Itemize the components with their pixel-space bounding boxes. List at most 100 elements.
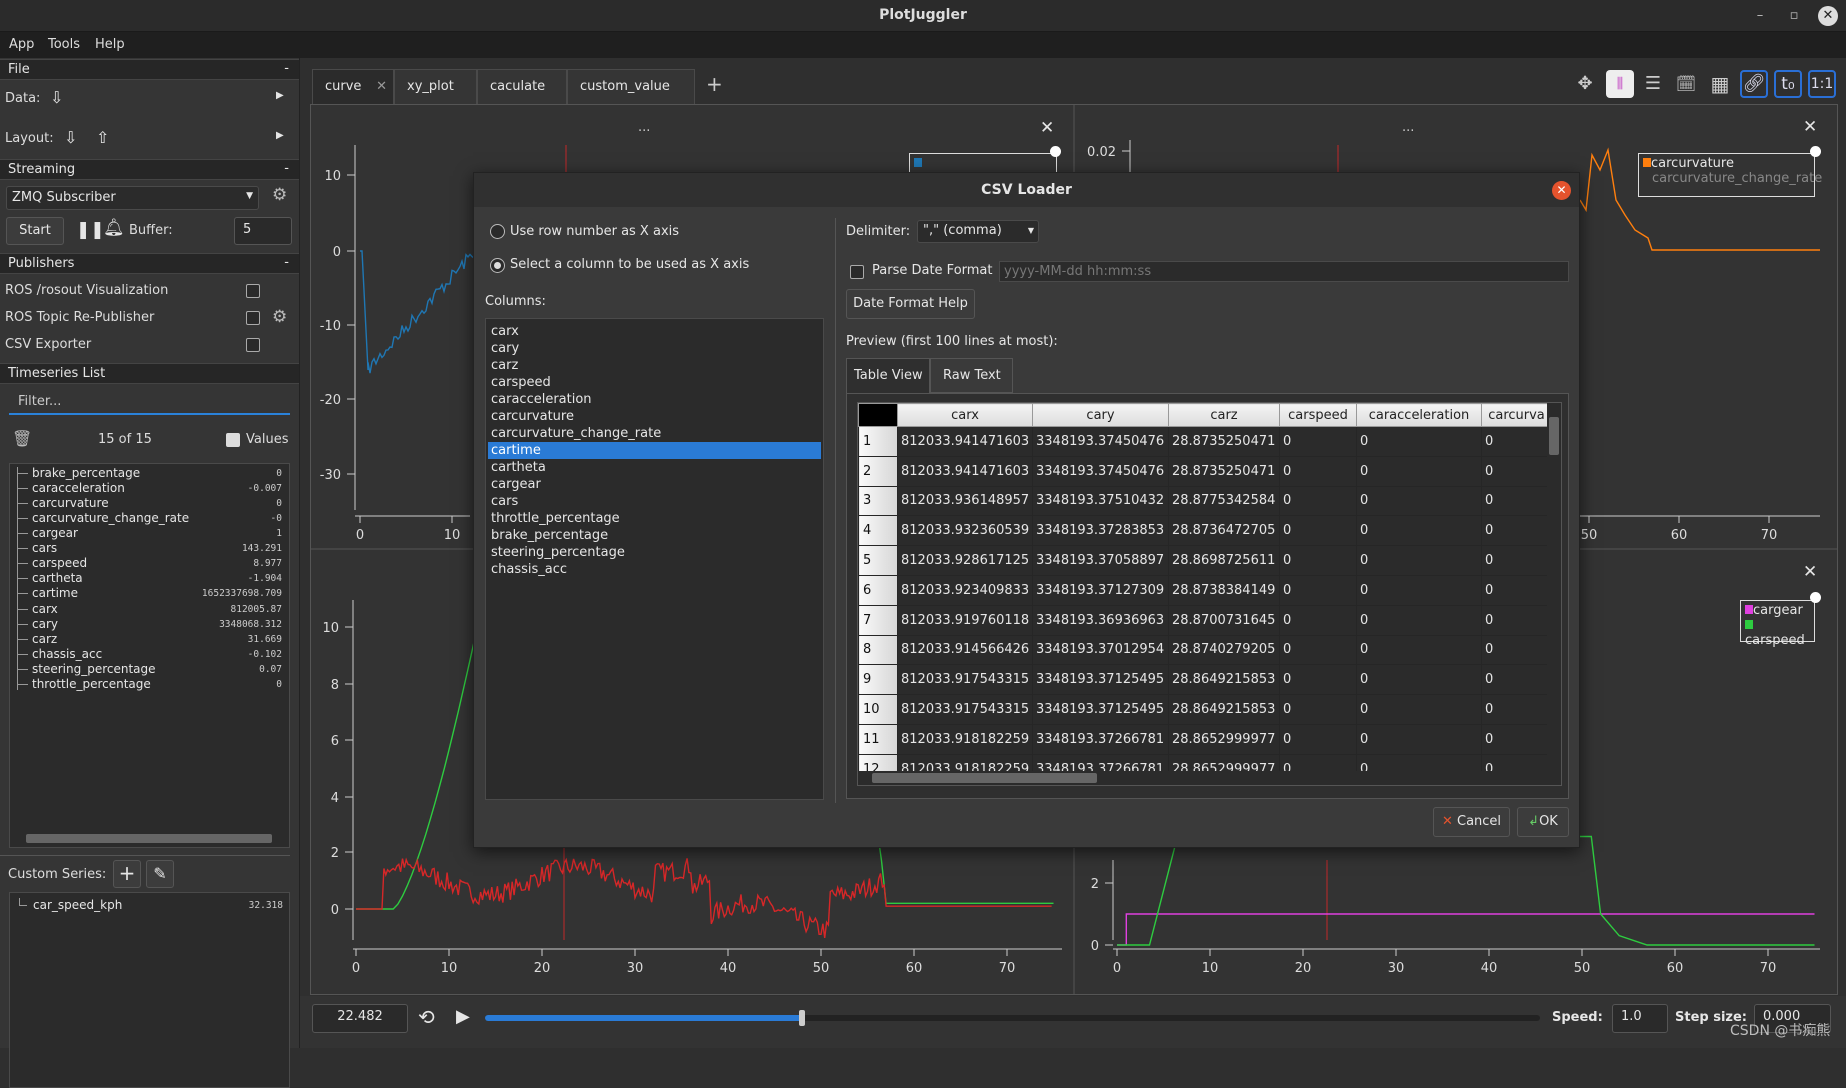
- time-slider-handle[interactable]: [798, 1010, 805, 1026]
- table-vertical-scrollbar[interactable]: [1547, 403, 1561, 785]
- preview-panel: carx cary carz carspeed caracceleration carcu…: [846, 393, 1569, 799]
- close-plot-top-right-icon[interactable]: ✕: [1803, 117, 1817, 137]
- column-item[interactable]: cartheta: [488, 459, 821, 476]
- legend-drag-handle[interactable]: [1810, 592, 1821, 603]
- column-header[interactable]: carz: [1168, 403, 1280, 427]
- table-cell: 0: [1279, 574, 1357, 606]
- table-cell: 0: [1279, 426, 1357, 457]
- table-cell: 0: [1279, 723, 1357, 755]
- scrollbar-thumb[interactable]: [1549, 417, 1559, 455]
- column-header[interactable]: carx: [897, 403, 1033, 427]
- table-horizontal-scrollbar[interactable]: [858, 771, 1549, 785]
- table-cell: 0: [1356, 694, 1482, 725]
- column-header[interactable]: carcurva: [1481, 403, 1552, 427]
- column-radio-label[interactable]: Select a column to be used as X axis: [510, 257, 749, 272]
- time-display[interactable]: 22.482: [312, 1004, 408, 1033]
- parse-date-label[interactable]: Parse Date Format: [872, 263, 993, 278]
- x-tick-label: 30: [627, 961, 644, 976]
- close-dialog-button[interactable]: ✕: [1552, 181, 1571, 200]
- row-number-radio-label[interactable]: Use row number as X axis: [510, 224, 679, 239]
- delimiter-value: "," (comma): [923, 223, 1002, 238]
- scrollbar-thumb[interactable]: [872, 773, 1097, 783]
- close-plot-bottom-right-icon[interactable]: ✕: [1803, 562, 1817, 582]
- preview-label: Preview (first 100 lines at most):: [846, 334, 1058, 349]
- column-item[interactable]: cars: [488, 493, 821, 510]
- table-cell: 812033.917543315: [897, 664, 1033, 696]
- time-slider-fill: [485, 1015, 802, 1021]
- column-item[interactable]: cary: [488, 340, 821, 357]
- table-cell: 28.8700731645: [1168, 604, 1280, 636]
- table-row: 9 812033.917543315 3348193.37125495 28.8649…: [858, 664, 1552, 696]
- row-number: 1: [858, 426, 898, 457]
- x-tick-label: 70: [1761, 528, 1778, 543]
- column-item[interactable]: carspeed: [488, 374, 821, 391]
- table-cell: 28.8698725611: [1168, 545, 1280, 576]
- column-item[interactable]: brake_percentage: [488, 527, 821, 544]
- column-item[interactable]: carx: [488, 323, 821, 340]
- date-format-input[interactable]: yyyy-MM-dd hh:mm:ss: [999, 261, 1569, 282]
- table-row: 5 812033.928617125 3348193.37058897 28.8698…: [858, 545, 1552, 576]
- row-number-radio[interactable]: [490, 224, 505, 239]
- table-cell: 0: [1481, 694, 1552, 725]
- table-cell: 0: [1481, 604, 1552, 636]
- column-item[interactable]: caracceleration: [488, 391, 821, 408]
- column-item[interactable]: carcurvature_change_rate: [488, 425, 821, 442]
- table-cell: 812033.928617125: [897, 545, 1033, 576]
- table-cell: 0: [1481, 545, 1552, 576]
- columns-list[interactable]: carx cary carz carspeed caracceleration carcu…: [485, 318, 824, 800]
- date-format-help-button[interactable]: Date Format Help: [846, 289, 975, 319]
- column-item[interactable]: throttle_percentage: [488, 510, 821, 527]
- column-item[interactable]: cargear: [488, 476, 821, 493]
- x-tick-label: 70: [1760, 961, 1777, 976]
- legend-item[interactable]: carcurvature: [1651, 156, 1734, 171]
- table-cell: 0: [1356, 604, 1482, 636]
- x-tick-label: 10: [444, 528, 461, 543]
- dialog-title: CSV Loader: [474, 173, 1579, 207]
- legend-item[interactable]: cargear: [1753, 603, 1803, 618]
- loop-icon[interactable]: ⟲: [418, 1005, 435, 1029]
- play-icon[interactable]: ▶: [456, 1006, 470, 1027]
- watermark: CSDN @书痴熊: [1730, 1023, 1831, 1039]
- column-item[interactable]: carz: [488, 357, 821, 374]
- column-header[interactable]: caracceleration: [1356, 403, 1482, 427]
- corner-cell[interactable]: [858, 403, 898, 427]
- x-tick-label: 20: [534, 961, 551, 976]
- tab-raw-text[interactable]: Raw Text: [930, 358, 1013, 393]
- y-tick-label: -10: [320, 319, 341, 334]
- table-cell: 0: [1356, 664, 1482, 696]
- column-item[interactable]: cartime: [488, 442, 821, 459]
- speed-spinbox[interactable]: 1.0: [1612, 1004, 1668, 1033]
- column-header[interactable]: cary: [1032, 403, 1169, 427]
- column-radio[interactable]: [490, 258, 505, 273]
- parse-date-checkbox[interactable]: [850, 265, 864, 279]
- table-cell: 0: [1481, 455, 1552, 487]
- table-cell: 812033.919760118: [897, 604, 1033, 636]
- x-tick-label: 50: [1581, 528, 1598, 543]
- x-tick-label: 10: [1202, 961, 1219, 976]
- close-plot-top-left-icon[interactable]: ✕: [1040, 118, 1054, 138]
- column-item[interactable]: steering_percentage: [488, 544, 821, 561]
- column-item[interactable]: carcurvature: [488, 408, 821, 425]
- legend-item[interactable]: carcurvature_change_rate: [1652, 171, 1822, 186]
- delimiter-select[interactable]: "," (comma) ▼: [917, 220, 1039, 243]
- tab-table-view[interactable]: Table View: [846, 358, 930, 394]
- legend-drag-handle[interactable]: [1050, 146, 1061, 157]
- table-row: 2 812033.941471603 3348193.37450476 28.8735…: [858, 455, 1552, 487]
- legend-drag-handle[interactable]: [1810, 146, 1821, 157]
- table-cell: 28.8735250471: [1168, 455, 1280, 487]
- ok-button[interactable]: ↲OK: [1517, 807, 1569, 837]
- column-item[interactable]: chassis_acc: [488, 561, 821, 578]
- table-cell: 812033.941471603: [897, 426, 1033, 457]
- table-cell: 0: [1279, 664, 1357, 696]
- time-slider[interactable]: [485, 1010, 1540, 1026]
- legend-bottom-right[interactable]: cargear carspeed: [1740, 600, 1815, 648]
- table-cell: 28.8649215853: [1168, 664, 1280, 696]
- table-cell: 812033.941471603: [897, 455, 1033, 487]
- table-cell: 0: [1356, 545, 1482, 576]
- columns-label: Columns:: [485, 294, 546, 309]
- column-header[interactable]: carspeed: [1279, 403, 1357, 427]
- legend-item[interactable]: carspeed: [1745, 633, 1805, 648]
- y-tick-label: 0.02: [1087, 145, 1116, 160]
- cancel-button[interactable]: ✕ Cancel: [1433, 807, 1510, 837]
- legend-top-right[interactable]: carcurvature carcurvature_change_rate: [1638, 153, 1822, 197]
